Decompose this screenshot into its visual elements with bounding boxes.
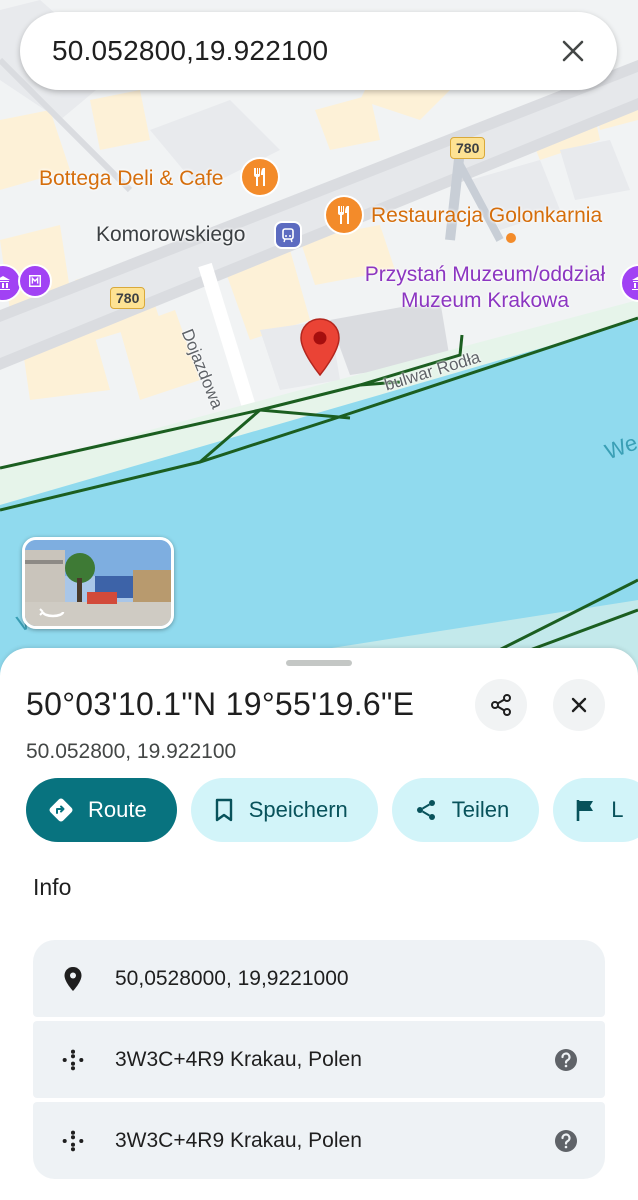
museum-icon[interactable] bbox=[20, 266, 50, 296]
info-row-text: 50,0528000, 19,9221000 bbox=[115, 966, 349, 990]
location-pin-icon[interactable] bbox=[298, 317, 342, 377]
share-button-label: Teilen bbox=[451, 797, 510, 822]
poi-label-museum-line2: Muzeum Krakowa bbox=[400, 289, 570, 312]
poi-label-bottega[interactable]: Bottega Deli & Cafe bbox=[39, 167, 223, 191]
help-icon[interactable] bbox=[553, 1047, 579, 1073]
route-button[interactable]: Route bbox=[26, 778, 177, 842]
info-row-plus-code[interactable]: 3W3C+4R9 Krakau, Polen bbox=[33, 1102, 605, 1179]
sheet-drag-handle[interactable] bbox=[286, 660, 352, 666]
info-row-text: 3W3C+4R9 Krakau, Polen bbox=[115, 1128, 362, 1152]
info-heading: Info bbox=[33, 874, 72, 900]
label-button[interactable]: L bbox=[553, 778, 638, 842]
share-place-button[interactable] bbox=[475, 679, 527, 731]
clear-search-button[interactable] bbox=[553, 31, 593, 71]
transit-stop-label[interactable]: Komorowskiego bbox=[96, 223, 245, 247]
place-coordinates: 50.052800, 19.922100 bbox=[26, 740, 237, 763]
road-shield-780: 780 bbox=[110, 287, 146, 309]
place-sheet: 50°03'10.1"N 19°55'19.6"E 50.052800, 19.… bbox=[0, 648, 638, 1200]
restaurant-icon[interactable] bbox=[242, 159, 278, 195]
place-title: 50°03'10.1"N 19°55'19.6"E bbox=[26, 686, 415, 722]
info-row-plus-code[interactable]: 3W3C+4R9 Krakau, Polen bbox=[33, 1021, 605, 1098]
flag-icon bbox=[576, 800, 594, 821]
save-button[interactable]: Speichern bbox=[190, 778, 378, 842]
search-input[interactable]: 50.052800,19.922100 bbox=[52, 35, 553, 67]
help-icon[interactable] bbox=[553, 1128, 579, 1154]
action-chips: Route Speichern Teilen L bbox=[26, 778, 638, 842]
share-icon bbox=[416, 800, 435, 820]
label-button-label: L bbox=[611, 797, 624, 822]
poi-label-museum[interactable]: Przystań Muzeum/oddział Muzeum Krakowa bbox=[352, 262, 618, 314]
plus-code-icon bbox=[62, 1049, 84, 1070]
info-row-text: 3W3C+4R9 Krakau, Polen bbox=[115, 1047, 362, 1071]
directions-icon bbox=[49, 798, 73, 822]
poi-label-restauracja[interactable]: Restauracja Golonkarnia bbox=[371, 204, 602, 228]
poi-label-museum-line1: Przystań Muzeum/oddział bbox=[364, 263, 606, 286]
tram-icon[interactable] bbox=[276, 223, 300, 247]
street-view-thumbnail[interactable] bbox=[22, 537, 174, 629]
street-view-image bbox=[25, 540, 171, 626]
bookmark-icon bbox=[215, 798, 232, 822]
search-bar[interactable]: 50.052800,19.922100 bbox=[20, 12, 617, 90]
close-sheet-button[interactable] bbox=[553, 679, 605, 731]
restaurant-icon[interactable] bbox=[326, 197, 362, 233]
route-button-label: Route bbox=[88, 797, 147, 822]
share-icon bbox=[491, 694, 511, 716]
pin-icon bbox=[64, 966, 82, 991]
info-list: 50,0528000, 19,9221000 3W3C+4R9 Krakau, … bbox=[33, 940, 605, 1183]
plus-code-icon bbox=[62, 1130, 84, 1151]
map-view[interactable]: 780 780 Bottega Deli & Cafe Restauracja … bbox=[0, 0, 638, 700]
save-button-label: Speichern bbox=[248, 797, 348, 822]
share-button[interactable]: Teilen bbox=[391, 778, 540, 842]
close-icon bbox=[562, 40, 584, 62]
road-shield-780: 780 bbox=[450, 137, 486, 159]
info-row-coordinates[interactable]: 50,0528000, 19,9221000 bbox=[33, 940, 605, 1017]
close-icon bbox=[571, 697, 587, 713]
